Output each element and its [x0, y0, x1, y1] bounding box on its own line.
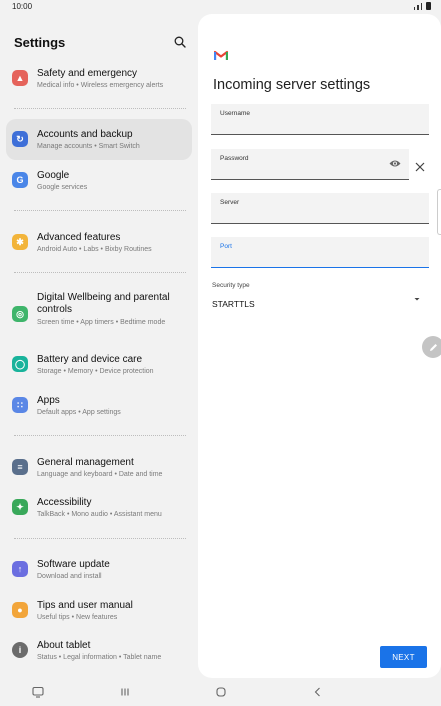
password-label: Password [220, 155, 249, 162]
signal-icon [413, 7, 415, 10]
settings-item-advanced[interactable]: ✱ Advanced features Android Auto • Labs … [6, 224, 192, 262]
divider [14, 108, 186, 109]
menu-item-subtitle: Screen time • App timers • Bedtime mode [37, 319, 166, 326]
settings-item-about[interactable]: i About tablet Status • Legal informatio… [6, 634, 192, 670]
info-icon: i [12, 642, 28, 658]
settings-item-wellbeing[interactable]: ◎ Digital Wellbeing and parental control… [6, 286, 192, 348]
lightbulb-icon: ● [12, 602, 28, 618]
menu-item-title: General management [37, 457, 134, 468]
settings-item-safety[interactable]: ▲ Safety and emergency Medical info • Wi… [6, 62, 192, 100]
settings-item-google[interactable]: G Google Google services [6, 162, 192, 200]
username-label: Username [220, 110, 250, 117]
menu-item-title: Safety and emergency [37, 68, 138, 79]
password-field[interactable]: Password [211, 149, 409, 180]
recent-apps-icon[interactable] [119, 686, 131, 698]
settings-item-software-update[interactable]: ↑ Software update Download and install [6, 553, 192, 589]
status-time: 10:00 [12, 2, 33, 11]
menu-item-subtitle: Download and install [37, 573, 102, 580]
menu-item-subtitle: Google services [37, 184, 88, 191]
wellbeing-icon: ◎ [12, 306, 28, 322]
taskbar-icon[interactable] [32, 686, 44, 698]
navigation-bar [0, 678, 441, 706]
settings-title: Settings [14, 35, 66, 50]
port-label: Port [220, 243, 232, 250]
battery-care-icon: ◯ [12, 356, 28, 372]
sliders-icon: ≡ [12, 459, 28, 475]
menu-item-title: Tips and user manual [37, 600, 133, 611]
menu-item-subtitle: Storage • Memory • Device protection [37, 368, 154, 375]
menu-item-title: Accounts and backup [37, 129, 133, 140]
back-icon[interactable] [312, 686, 324, 698]
sync-icon: ↻ [12, 131, 28, 147]
security-type-select[interactable]: STARTTLS [212, 299, 255, 309]
security-type-label: Security type [212, 282, 250, 289]
settings-item-accessibility[interactable]: ✦ Accessibility TalkBack • Mono audio • … [6, 491, 192, 527]
menu-item-title: Accessibility [37, 497, 92, 508]
server-label: Server [220, 199, 240, 206]
status-bar: 10:00 [0, 0, 441, 14]
username-field[interactable]: Username [211, 104, 429, 135]
gear-plus-icon: ✱ [12, 234, 28, 250]
menu-item-title: Advanced features [37, 232, 121, 243]
search-icon[interactable] [174, 36, 186, 48]
menu-item-title: Google [37, 170, 70, 181]
home-icon[interactable] [215, 686, 227, 698]
menu-item-title: About tablet [37, 640, 91, 651]
menu-item-subtitle: Default apps • App settings [37, 409, 121, 416]
update-icon: ↑ [12, 561, 28, 577]
gmail-logo-icon [214, 50, 228, 60]
siren-icon: ▲ [12, 70, 28, 86]
menu-item-subtitle: Status • Legal information • Tablet name [37, 654, 162, 661]
close-icon[interactable] [415, 162, 425, 172]
battery-icon [426, 2, 431, 10]
google-icon: G [12, 172, 28, 188]
menu-item-subtitle: Manage accounts • Smart Switch [37, 143, 140, 150]
apps-icon: ∷ [12, 397, 28, 413]
menu-item-title: Software update [37, 559, 110, 570]
menu-item-title: Battery and device care [37, 354, 143, 365]
menu-item-subtitle: Language and keyboard • Date and time [37, 471, 163, 478]
edge-panel-handle[interactable] [437, 189, 441, 235]
port-field[interactable]: Port [211, 237, 429, 268]
settings-item-battery[interactable]: ◯ Battery and device care Storage • Memo… [6, 348, 192, 384]
menu-item-subtitle: TalkBack • Mono audio • Assistant menu [37, 511, 162, 518]
server-field[interactable]: Server [211, 193, 429, 224]
menu-item-subtitle: Android Auto • Labs • Bixby Routines [37, 246, 152, 253]
status-icons [413, 2, 431, 10]
next-button[interactable]: NEXT [380, 646, 427, 668]
menu-item-subtitle: Useful tips • New features [37, 614, 118, 621]
eye-icon[interactable] [389, 159, 401, 168]
menu-item-subtitle: Medical info • Wireless emergency alerts [37, 82, 164, 89]
dropdown-arrow-icon[interactable] [413, 296, 421, 302]
settings-item-apps[interactable]: ∷ Apps Default apps • App settings [6, 389, 192, 425]
settings-item-tips[interactable]: ● Tips and user manual Useful tips • New… [6, 594, 192, 630]
divider [14, 538, 186, 539]
menu-item-title: Digital Wellbeing and parental controls [37, 292, 170, 315]
accessibility-icon: ✦ [12, 499, 28, 515]
divider [14, 272, 186, 273]
menu-item-title: Apps [37, 395, 60, 406]
pencil-icon [429, 343, 437, 351]
settings-item-general[interactable]: ≡ General management Language and keyboa… [6, 451, 192, 487]
divider [14, 435, 186, 436]
settings-item-accounts[interactable]: ↻ Accounts and backup Manage accounts • … [6, 119, 192, 160]
divider [14, 210, 186, 211]
page-title: Incoming server settings [213, 77, 371, 93]
edit-floating-button[interactable] [422, 336, 441, 358]
